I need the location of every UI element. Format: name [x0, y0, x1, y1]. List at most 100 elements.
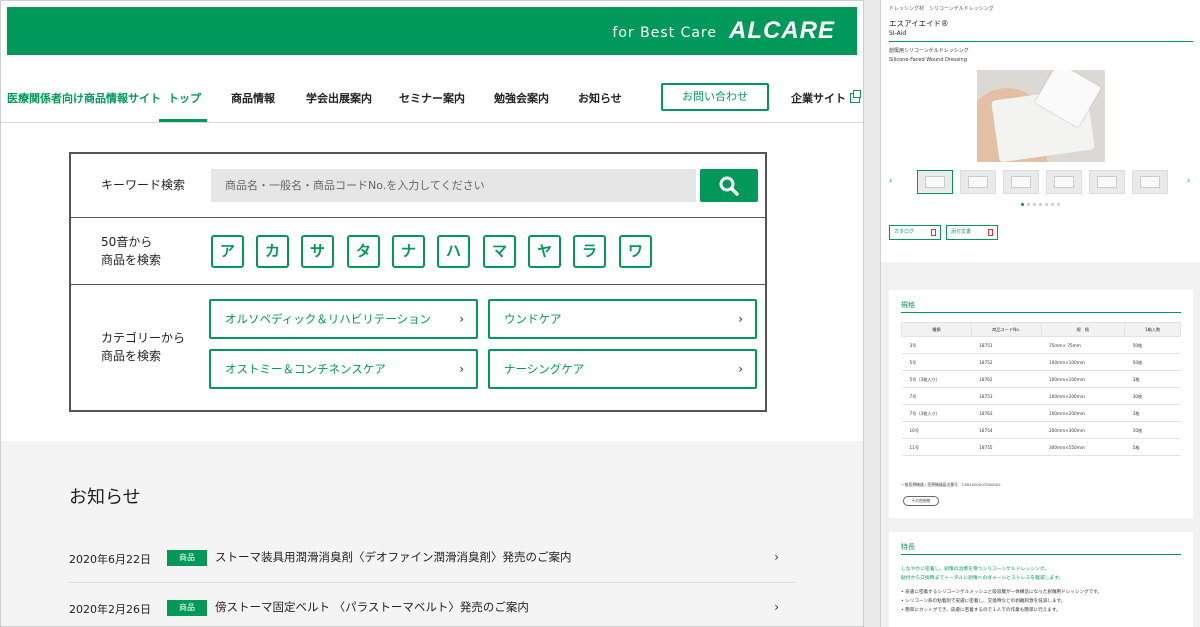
table-cell: 18754: [971, 421, 1041, 439]
product-header: ドレッシング材 シリコーンゲルドレッシング エスアイエイド® SI-Aid 創傷…: [881, 0, 1200, 262]
kana-ra-button[interactable]: ラ: [573, 235, 606, 268]
chevron-right-icon: ›: [774, 600, 779, 614]
site-name[interactable]: 医療関係者向け商品情報サイト: [7, 90, 161, 106]
kana-sa-button[interactable]: サ: [301, 235, 334, 268]
chevron-left-icon[interactable]: ‹: [889, 176, 892, 185]
thumbnail-image: [968, 176, 988, 188]
contact-button[interactable]: お問い合わせ: [661, 83, 769, 111]
table-cell: 5号（3枚入り）: [901, 370, 972, 388]
news-title[interactable]: 傍ストーマ固定ベルト 〈パラストーマベルト〉発売のご案内: [215, 599, 529, 615]
news-item[interactable]: 2020年6月22日 商品 ストーマ装具用潤滑消臭剤〈デオファイン潤滑消臭剤〉発…: [69, 533, 795, 583]
package-insert-label: 添付文書: [951, 229, 972, 235]
divider: [901, 554, 1181, 555]
keyword-search-input[interactable]: 商品名・一般名・商品コードNo.を入力してください: [211, 169, 696, 202]
table-cell: 11号: [901, 438, 972, 456]
chevron-right-icon[interactable]: ›: [1187, 176, 1190, 185]
table-cell: 7号: [901, 387, 972, 405]
kana-label-line1: 50音から: [101, 235, 153, 249]
features-card: 特長 しなやかに密着し、創傷の治癒を保つシリコーンゲルドレッシング。 貼付から交…: [889, 532, 1193, 627]
product-description-en: Silicone-Faced Wound Dressing: [889, 57, 967, 63]
product-description: 創傷用シリコーンゲルドレッシング: [889, 48, 969, 54]
thumbnail[interactable]: [1046, 170, 1082, 194]
search-icon: [719, 176, 739, 196]
carousel-dots: [1021, 203, 1063, 206]
more-specs-button[interactable]: その他規格: [903, 496, 939, 506]
kana-ha-button[interactable]: ハ: [437, 235, 470, 268]
table-cell: 10号: [901, 421, 972, 439]
chevron-right-icon: ›: [738, 362, 743, 376]
spec-heading: 規格: [901, 301, 915, 309]
table-row: 10号 18754 200mm×300mm 10枚: [901, 421, 1181, 439]
catalog-button[interactable]: カタログ: [889, 225, 941, 240]
product-search-panel: キーワード検索 商品名・一般名・商品コードNo.を入力してください 50音から商…: [69, 152, 767, 412]
table-cell: 100mm×100mm: [1041, 353, 1125, 371]
corporate-site-link[interactable]: 企業サイト: [791, 90, 861, 106]
thumbnail-carousel: ‹ ›: [889, 170, 1193, 196]
product-photo: [977, 70, 1105, 162]
list-item: • 簡単にカットができ、皮膚に密着するので１人での作業も簡単に行えます。: [901, 608, 1061, 613]
column-header: 種類: [901, 322, 972, 337]
breadcrumb[interactable]: ドレッシング材 シリコーンゲルドレッシング: [889, 5, 994, 12]
nav-conferences[interactable]: 学会出展案内: [306, 90, 372, 106]
table-cell: 75mm× 75mm: [1041, 336, 1125, 354]
category-wound-care-label: ウンドケア: [504, 312, 562, 326]
table-cell: 18755: [971, 438, 1041, 456]
category-ostomy-button[interactable]: オストミー＆コンチネンスケア ›: [209, 349, 478, 389]
table-header-row: 種類 商品コードNo. 規 格 1箱入数: [901, 322, 1181, 337]
carousel-dot[interactable]: [1033, 203, 1036, 206]
alcare-logo[interactable]: ALCARE: [729, 17, 835, 45]
nav-study-sessions[interactable]: 勉強会案内: [494, 90, 549, 106]
category-orthopedic-button[interactable]: オルソペディック＆リハビリテーション ›: [209, 299, 478, 339]
carousel-dot[interactable]: [1045, 203, 1048, 206]
column-header: 商品コードNo.: [970, 322, 1042, 337]
carousel-dot[interactable]: [1021, 203, 1024, 206]
thumbnail[interactable]: [1089, 170, 1125, 194]
carousel-dot[interactable]: [1057, 203, 1060, 206]
kana-na-button[interactable]: ナ: [392, 235, 425, 268]
divider: [889, 41, 1193, 42]
global-nav: 医療関係者向け商品情報サイト トップ 商品情報 学会出展案内 セミナー案内 勉強…: [1, 71, 863, 123]
kana-a-button[interactable]: ア: [211, 235, 244, 268]
news-item[interactable]: 2020年2月26日 商品 傍ストーマ固定ベルト 〈パラストーマベルト〉発売のご…: [69, 583, 795, 626]
table-row: 5号（3枚入り） 18762 100mm×100mm 3枚: [901, 370, 1181, 388]
thumbnail[interactable]: [1132, 170, 1168, 194]
regulatory-note: 一般医療機器 / 医療機器届出番号：13B1X00207000002: [901, 482, 1001, 487]
thumbnail-image: [1011, 176, 1031, 188]
thumbnail[interactable]: [960, 170, 996, 194]
table-cell: 18762: [971, 370, 1041, 388]
nav-top[interactable]: トップ: [168, 90, 201, 106]
chevron-right-icon: ›: [738, 312, 743, 326]
nav-products[interactable]: 商品情報: [231, 90, 275, 106]
table-cell: 18763: [971, 404, 1041, 422]
kana-ma-button[interactable]: マ: [483, 235, 516, 268]
news-section: お知らせ 2020年6月22日 商品 ストーマ装具用潤滑消臭剤〈デオファイン潤滑…: [1, 441, 863, 626]
nav-seminars[interactable]: セミナー案内: [399, 90, 465, 106]
table-cell: 100mm×200mm: [1041, 387, 1125, 405]
spec-table: 種類 商品コードNo. 規 格 1箱入数 3号 18751 75mm× 75mm 50…: [901, 322, 1181, 456]
news-title[interactable]: ストーマ装具用潤滑消臭剤〈デオファイン潤滑消臭剤〉発売のご案内: [215, 549, 572, 565]
kana-ka-button[interactable]: カ: [256, 235, 289, 268]
carousel-dot[interactable]: [1027, 203, 1030, 206]
chevron-right-icon: ›: [459, 362, 464, 376]
nav-news[interactable]: お知らせ: [578, 90, 622, 106]
carousel-dot[interactable]: [1039, 203, 1042, 206]
category-label-line2: 商品を検索: [101, 349, 162, 363]
table-cell: 30枚: [1124, 387, 1181, 405]
kana-label-line2: 商品を検索: [101, 253, 162, 267]
table-cell: 10枚: [1124, 421, 1181, 439]
kana-ya-button[interactable]: ヤ: [528, 235, 561, 268]
thumbnail[interactable]: [917, 170, 953, 194]
kana-wa-button[interactable]: ワ: [619, 235, 652, 268]
kana-ta-button[interactable]: タ: [347, 235, 380, 268]
search-button[interactable]: [700, 169, 758, 202]
thumbnail-image: [1097, 176, 1117, 188]
carousel-dot[interactable]: [1051, 203, 1054, 206]
category-wound-care-button[interactable]: ウンドケア ›: [488, 299, 757, 339]
column-header: 1箱入数: [1124, 322, 1181, 337]
category-nursing-care-button[interactable]: ナーシングケア ›: [488, 349, 757, 389]
table-row: 5号 18752 100mm×100mm 50枚: [901, 353, 1181, 371]
package-insert-button[interactable]: 添付文書: [946, 225, 998, 240]
specifications-card: 規格 種類 商品コードNo. 規 格 1箱入数 3号 18751 75mm× 75m…: [889, 290, 1193, 518]
thumbnail[interactable]: [1003, 170, 1039, 194]
spec-table-body: 3号 18751 75mm× 75mm 50枚 5号 18752 100mm×100mm 50…: [901, 336, 1181, 456]
